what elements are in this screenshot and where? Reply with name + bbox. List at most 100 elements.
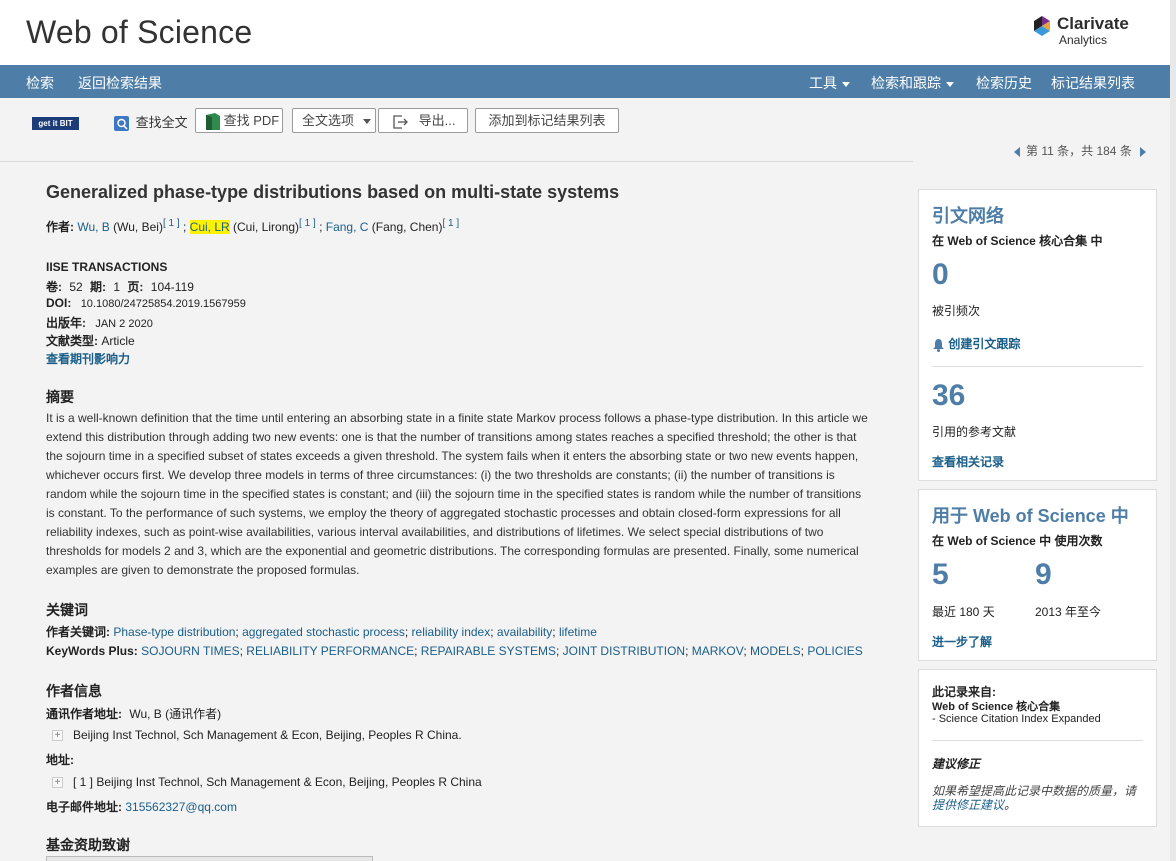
issue-label: 期: [90, 280, 107, 294]
keyword-link[interactable]: Phase-type distribution [113, 625, 235, 639]
author-full-name: (Cui, Lirong) [233, 220, 300, 234]
keyword-link[interactable]: RELIABILITY PERFORMANCE [246, 644, 414, 658]
author-keywords-line: 作者关键词: Phase-type distribution; aggregat… [46, 625, 597, 639]
doctype-label: 文献类型: [46, 334, 98, 348]
nav-tools[interactable]: 工具 [809, 73, 850, 93]
volume-label: 卷: [46, 280, 62, 294]
main-nav: 检索 返回检索结果 工具 检索和跟踪 检索历史 标记结果列表 [0, 65, 1170, 98]
citation-network-heading: 引文网络 [932, 206, 1004, 226]
corresponding-author: Wu, B (通讯作者) [129, 707, 222, 721]
doctype-value: Article [101, 334, 135, 348]
affiliation-ref[interactable]: [ 1 ] [163, 218, 180, 229]
record-pager: 第 11 条，共 184 条 [1014, 142, 1146, 159]
nav-search-track-label: 检索和跟踪 [871, 75, 941, 91]
keyword-link[interactable]: JOINT DISTRIBUTION [563, 644, 685, 658]
find-fulltext-link[interactable]: 查找全文 [114, 112, 188, 132]
pubdate-label: 出版年: [46, 316, 86, 330]
funding-heading: 基金资助致谢 [46, 837, 130, 853]
pages-value: 104-119 [150, 280, 194, 294]
next-record-icon[interactable] [1139, 146, 1146, 157]
chevron-down-icon [842, 81, 850, 87]
references-label: 引用的参考文献 [932, 425, 1017, 439]
usage-since2013-label: 2013 年至今 [1035, 605, 1102, 619]
record-title: Generalized phase-type distributions bas… [46, 182, 620, 202]
related-records-link[interactable]: 查看相关记录 [932, 453, 1004, 470]
suggest-line2: 提供修正建议。 [932, 796, 1016, 813]
doi-line: DOI: 10.1080/24725854.2019.1567959 [46, 296, 246, 310]
corresponding-author-line: 通讯作者地址: Wu, B (通讯作者) [46, 705, 221, 722]
keywords-plus-line: KeyWords Plus: SOJOURN TIMES; RELIABILIT… [46, 644, 863, 658]
source-db: Web of Science 核心合集 [932, 701, 1061, 713]
prev-record-icon[interactable] [1014, 146, 1020, 157]
clarivate-mark-icon [1034, 16, 1050, 36]
bell-icon [933, 338, 944, 352]
journal-name: IISE TRANSACTIONS [46, 260, 168, 274]
usage-180-count: 5 [932, 558, 949, 591]
pubdate-value: JAN 2 2020 [95, 318, 153, 330]
address-value: [ 1 ] Beijing Inst Technol, Sch Manageme… [73, 775, 482, 789]
times-cited-count[interactable]: 0 [932, 258, 949, 292]
author-link[interactable]: Fang, C [326, 220, 369, 234]
getit-bit-button[interactable]: get it BIT [32, 117, 79, 130]
core-collection-label: 在 Web of Science 核心合集 中 [932, 234, 1103, 248]
keyword-link[interactable]: availability [497, 625, 552, 639]
email-link[interactable]: 315562327@qq.com [125, 800, 237, 814]
brand-title[interactable]: Web of Science [26, 14, 252, 51]
keyword-link[interactable]: POLICIES [807, 644, 862, 658]
affiliation-ref[interactable]: [ 1 ] [442, 218, 459, 229]
pages-label: 页: [127, 280, 144, 294]
corresponding-address-line: + Beijing Inst Technol, Sch Management & … [46, 728, 462, 742]
usage-180-label: 最近 180 天 [932, 605, 995, 619]
keyword-link[interactable]: REPAIRABLE SYSTEMS [421, 644, 556, 658]
create-citation-alert-link[interactable]: 创建引文跟踪 [932, 335, 1020, 352]
usage-panel: 用于 Web of Science 中 在 Web of Science 中 使… [918, 489, 1157, 661]
doi-label: DOI: [46, 296, 72, 310]
times-cited-label: 被引频次 [932, 304, 981, 318]
suggest-correction-link[interactable]: 提供修正建议 [932, 798, 1004, 812]
find-pdf-button[interactable]: 查找 PDF [195, 108, 283, 133]
keyword-link[interactable]: SOJOURN TIMES [141, 644, 239, 658]
suggest-heading: 建议修正 [932, 757, 981, 771]
source-index: - Science Citation Index Expanded [932, 713, 1101, 725]
scrollbar[interactable] [1170, 0, 1176, 861]
funding-table-header [46, 856, 373, 861]
export-icon [393, 114, 408, 129]
nav-history[interactable]: 检索历史 [976, 73, 1032, 93]
vendor-sub: Analytics [1059, 33, 1108, 47]
top-header: Web of Science Clarivate Analytics [0, 0, 1170, 65]
affiliation-ref[interactable]: [ 1 ] [299, 218, 316, 229]
keywords-plus-label: KeyWords Plus: [46, 644, 138, 658]
abstract-heading: 摘要 [46, 389, 74, 405]
address-label: 地址: [46, 753, 74, 767]
corresponding-label: 通讯作者地址: [46, 707, 122, 721]
keyword-link[interactable]: lifetime [559, 625, 597, 639]
divider [932, 740, 1143, 741]
keyword-link[interactable]: MODELS [750, 644, 801, 658]
corresponding-address: Beijing Inst Technol, Sch Management & E… [73, 728, 462, 742]
volume-issue-pages: 卷: 52 期: 1 页: 104-119 [46, 278, 194, 295]
fulltext-options-dropdown[interactable]: 全文选项 [292, 108, 376, 133]
suggest-end: 。 [1004, 798, 1017, 812]
author-link[interactable]: Cui, LR [189, 220, 230, 234]
doctype-line: 文献类型: Article [46, 332, 135, 349]
expand-plus-icon[interactable]: + [52, 777, 63, 789]
add-to-marked-list-button[interactable]: 添加到标记结果列表 [475, 108, 619, 133]
keyword-link[interactable]: MARKOV [692, 644, 744, 658]
find-fulltext-label: 查找全文 [135, 115, 188, 130]
expand-plus-icon[interactable]: + [52, 730, 63, 742]
references-count[interactable]: 36 [932, 379, 965, 413]
create-citation-alert-label: 创建引文跟踪 [948, 337, 1021, 351]
author-link[interactable]: Wu, B [77, 220, 109, 234]
nav-marked-list[interactable]: 标记结果列表 [1051, 73, 1135, 93]
learn-more-link[interactable]: 进一步了解 [932, 633, 992, 650]
keyword-link[interactable]: reliability index [412, 625, 491, 639]
journal-impact-link[interactable]: 查看期刊影响力 [46, 350, 130, 367]
fulltext-options-label: 全文选项 [302, 113, 355, 128]
citation-network-panel: 引文网络 在 Web of Science 核心合集 中 0 被引频次 创建引文… [918, 189, 1157, 481]
nav-search[interactable]: 检索 [26, 73, 54, 93]
nav-search-track[interactable]: 检索和跟踪 [871, 73, 954, 93]
keyword-link[interactable]: aggregated stochastic process [242, 625, 405, 639]
export-button[interactable]: 导出... [378, 108, 468, 133]
volume-value: 52 [69, 280, 83, 294]
nav-back-to-results[interactable]: 返回检索结果 [78, 73, 162, 93]
